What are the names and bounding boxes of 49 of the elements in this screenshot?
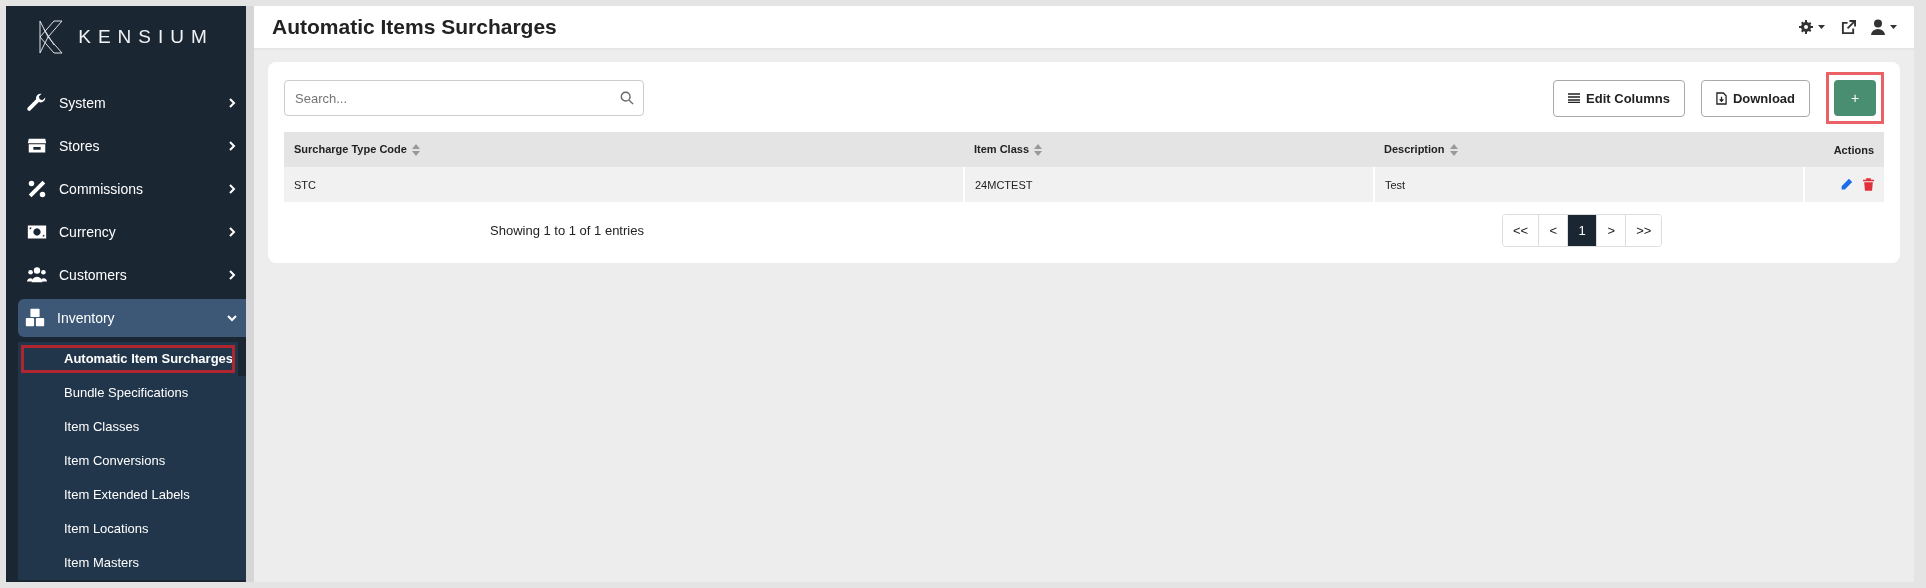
sidebar-subitem[interactable]: Item Masters xyxy=(18,546,246,580)
list-icon xyxy=(1568,93,1581,103)
trash-icon[interactable] xyxy=(1863,178,1874,192)
sidebar-subitem[interactable]: Automatic Item Surcharges xyxy=(18,342,238,376)
column-header[interactable]: Item Class xyxy=(964,132,1374,167)
external-link-icon[interactable] xyxy=(1841,19,1856,35)
sidebar-subitem[interactable]: Bundle Specifications xyxy=(18,376,246,410)
table-cell: STC xyxy=(284,167,964,202)
chevron-right-icon xyxy=(226,183,238,195)
pagination-button[interactable]: 1 xyxy=(1568,215,1598,246)
add-button[interactable]: + xyxy=(1834,80,1876,116)
column-header[interactable]: Actions xyxy=(1804,132,1884,167)
edit-columns-button[interactable]: Edit Columns xyxy=(1553,79,1685,117)
chevron-right-icon xyxy=(226,140,238,152)
percent-icon xyxy=(26,178,48,200)
boxes-icon xyxy=(24,307,46,329)
search-field[interactable]: Search... xyxy=(284,80,644,116)
sidebar-item[interactable]: Stores xyxy=(20,127,246,165)
sidebar-item[interactable]: Currency xyxy=(20,213,246,251)
sidebar-subitem[interactable]: Item Extended Labels xyxy=(18,478,246,512)
column-header[interactable]: Description xyxy=(1374,132,1804,167)
sort-icon xyxy=(411,144,420,157)
settings-icon[interactable] xyxy=(1797,19,1827,35)
search-icon xyxy=(620,91,634,105)
sidebar-subitem[interactable]: Item Locations xyxy=(18,512,246,546)
pagination-button[interactable]: << xyxy=(1503,215,1540,246)
wrench-icon xyxy=(26,92,48,114)
table-cell: 24MCTEST xyxy=(964,167,1374,202)
page-title: Automatic Items Surcharges xyxy=(272,15,558,39)
sort-icon xyxy=(1449,144,1458,157)
sidebar-subitem[interactable]: Item Classes xyxy=(18,410,246,444)
column-header[interactable]: Surcharge Type Code xyxy=(284,132,964,167)
chevron-right-icon xyxy=(226,269,238,281)
chevron-right-icon xyxy=(226,226,238,238)
download-button[interactable]: Download xyxy=(1700,79,1810,117)
sidebar-item[interactable]: System xyxy=(20,84,246,122)
entries-summary: Showing 1 to 1 of 1 entries xyxy=(489,223,645,238)
sort-icon xyxy=(1034,144,1043,157)
file-download-icon xyxy=(1715,91,1727,105)
chevron-right-icon xyxy=(226,97,238,109)
sidebar-item[interactable]: Commissions xyxy=(20,170,246,208)
user-icon[interactable] xyxy=(1870,19,1900,35)
sidebar-item[interactable]: Customers xyxy=(20,256,246,294)
sidebar-item[interactable]: Inventory xyxy=(18,299,246,337)
table-cell: Test xyxy=(1374,167,1804,202)
logo-text: KENSIUM xyxy=(78,26,214,48)
chevron-down-icon xyxy=(226,312,238,324)
sidebar-subitem[interactable]: Item Conversions xyxy=(18,444,246,478)
pencil-icon[interactable] xyxy=(1840,178,1853,192)
